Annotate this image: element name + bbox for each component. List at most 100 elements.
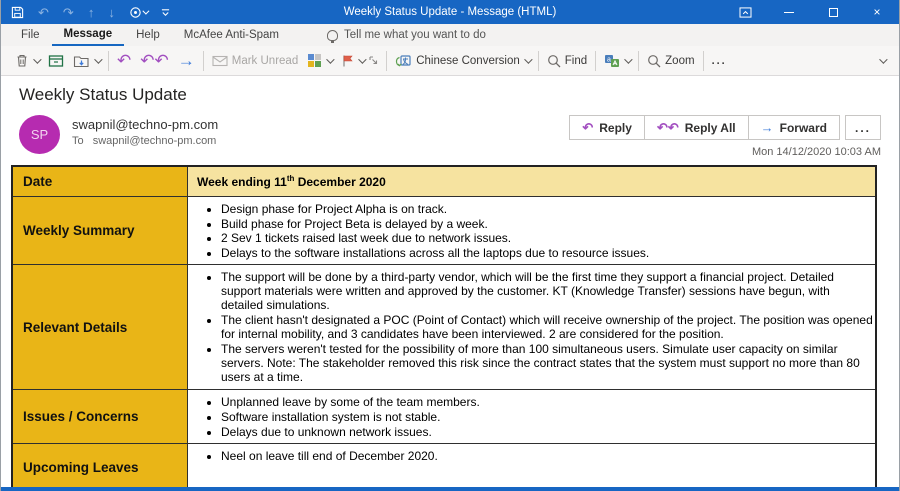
ribbon-tabs: File Message Help McAfee Anti-Spam Tell … bbox=[1, 24, 899, 46]
redo-icon[interactable]: ↷ bbox=[63, 6, 74, 19]
zoom-label: Zoom bbox=[665, 55, 694, 67]
close-button[interactable]: × bbox=[855, 0, 899, 24]
zoom-button[interactable]: Zoom bbox=[647, 54, 694, 68]
trash-icon bbox=[15, 53, 29, 68]
bullet-item: 2 Sev 1 tickets raised last week due to … bbox=[221, 231, 875, 246]
recipient-address[interactable]: swapnil@techno-pm.com bbox=[93, 135, 217, 147]
flag-icon bbox=[341, 54, 354, 68]
chevron-down-icon bbox=[94, 55, 102, 63]
bullet-item: The support will be done by a third-part… bbox=[221, 270, 875, 312]
follow-up-button[interactable] bbox=[341, 54, 364, 68]
row-content: The support will be done by a third-part… bbox=[188, 265, 875, 389]
translate-icon: a bbox=[604, 54, 620, 68]
title-bar: ↶ ↷ ↑ ↓ Weekly Status Update - Message (… bbox=[1, 0, 899, 24]
quick-access-toolbar: ↶ ↷ ↑ ↓ bbox=[1, 6, 170, 19]
row-content: Neel on leave till end of December 2020. bbox=[188, 444, 875, 490]
move-folder-icon bbox=[73, 54, 90, 68]
archive-button[interactable] bbox=[48, 54, 64, 68]
row-header-label: Upcoming Leaves bbox=[23, 460, 139, 475]
chinese-conversion-button[interactable]: Chinese Conversion bbox=[395, 54, 530, 68]
sender-avatar[interactable]: SP bbox=[19, 115, 60, 154]
bullet-item: The servers weren't tested for the possi… bbox=[221, 342, 875, 384]
bullet-item: Delays to the software installations acr… bbox=[221, 246, 875, 261]
reply-toolbar-icon[interactable]: ↶ bbox=[117, 52, 131, 69]
svg-text:a: a bbox=[607, 56, 611, 63]
move-button[interactable] bbox=[73, 54, 100, 68]
bullet-list: Neel on leave till end of December 2020. bbox=[188, 449, 875, 464]
date-value: Week ending 11th December 2020 bbox=[188, 169, 875, 194]
row-header-label: Date bbox=[23, 174, 52, 189]
find-label: Find bbox=[565, 55, 587, 67]
bullet-list: Unplanned leave by some of the team memb… bbox=[188, 395, 875, 439]
tab-help[interactable]: Help bbox=[124, 24, 172, 46]
sender-address[interactable]: swapnil@techno-pm.com bbox=[72, 117, 218, 132]
translate-button[interactable]: a bbox=[604, 54, 630, 68]
message-timestamp: Mon 14/12/2020 10:03 AM bbox=[569, 146, 881, 158]
to-label: To bbox=[72, 135, 84, 147]
minimize-button[interactable] bbox=[767, 0, 811, 24]
row-content: Week ending 11th December 2020 bbox=[188, 167, 875, 196]
archive-icon bbox=[48, 54, 64, 68]
next-item-icon[interactable]: ↓ bbox=[108, 6, 115, 19]
row-header-label: Weekly Summary bbox=[23, 223, 135, 238]
delete-button[interactable] bbox=[15, 53, 39, 68]
chevron-down-icon bbox=[142, 7, 149, 14]
reply-all-arrow-icon: ↶↶ bbox=[657, 121, 679, 134]
window-bottom-border bbox=[1, 487, 899, 491]
reply-all-toolbar-icon[interactable]: ↶↶ bbox=[140, 52, 169, 69]
forward-button[interactable]: → Forward bbox=[749, 115, 840, 140]
search-icon bbox=[547, 54, 561, 68]
tab-mcafee-anti-spam[interactable]: McAfee Anti-Spam bbox=[172, 24, 291, 46]
categorize-icon bbox=[307, 53, 322, 68]
message-subject: Weekly Status Update bbox=[19, 85, 881, 105]
zoom-magnifier-icon bbox=[647, 54, 661, 68]
bullet-list: Design phase for Project Alpha is on tra… bbox=[188, 202, 875, 260]
tab-file[interactable]: File bbox=[9, 24, 52, 46]
bullet-item: The client hasn't designated a POC (Poin… bbox=[221, 313, 875, 341]
chevron-down-icon bbox=[326, 55, 334, 63]
find-button[interactable]: Find bbox=[547, 54, 587, 68]
reply-label: Reply bbox=[599, 121, 632, 135]
lightbulb-icon bbox=[327, 30, 338, 41]
maximize-button[interactable] bbox=[811, 0, 855, 24]
table-row: Relevant Details The support will be don… bbox=[13, 264, 875, 389]
row-content: Unplanned leave by some of the team memb… bbox=[188, 390, 875, 443]
mark-unread-label: Mark Unread bbox=[232, 55, 298, 67]
bullet-item: Delays due to unknown network issues. bbox=[221, 425, 875, 440]
more-commands-button[interactable]: ... bbox=[712, 55, 727, 67]
ribbon-toolbar: ↶ ↶↶ → Mark Unread bbox=[1, 46, 899, 76]
previous-item-icon[interactable]: ↑ bbox=[88, 6, 95, 19]
bullet-item: Design phase for Project Alpha is on tra… bbox=[221, 202, 875, 217]
save-icon[interactable] bbox=[11, 6, 24, 19]
table-row: Weekly Summary Design phase for Project … bbox=[13, 196, 875, 264]
bullet-item: Unplanned leave by some of the team memb… bbox=[221, 395, 875, 410]
customize-qat-icon[interactable] bbox=[161, 8, 170, 17]
reply-button[interactable]: ↶ Reply bbox=[569, 115, 645, 140]
mail-header: Weekly Status Update SP swapnil@techno-p… bbox=[1, 76, 899, 158]
touch-mouse-mode-icon[interactable] bbox=[129, 6, 147, 19]
collapse-ribbon-button[interactable] bbox=[879, 51, 885, 75]
reply-all-label: Reply All bbox=[685, 121, 736, 135]
status-table: Date Week ending 11th December 2020 Week… bbox=[11, 165, 877, 491]
forward-toolbar-icon[interactable]: → bbox=[178, 52, 195, 69]
envelope-icon bbox=[212, 55, 228, 67]
bullet-item: Build phase for Project Beta is delayed … bbox=[221, 217, 875, 232]
categorize-button[interactable] bbox=[307, 53, 332, 68]
chinese-conversion-icon bbox=[395, 54, 412, 68]
tab-message[interactable]: Message bbox=[52, 24, 125, 46]
bullet-list: The support will be done by a third-part… bbox=[188, 270, 875, 385]
undo-icon[interactable]: ↶ bbox=[38, 6, 49, 19]
chevron-down-icon bbox=[524, 55, 532, 63]
row-header-label: Relevant Details bbox=[23, 320, 127, 335]
message-more-actions-button[interactable]: ... bbox=[845, 115, 881, 140]
bullet-item: Software installation system is not stab… bbox=[221, 410, 875, 425]
reply-all-button[interactable]: ↶↶ Reply All bbox=[645, 115, 749, 140]
chevron-down-icon bbox=[624, 55, 632, 63]
reply-arrow-icon: ↶ bbox=[582, 121, 593, 134]
table-row: Date Week ending 11th December 2020 bbox=[13, 167, 875, 196]
forward-arrow-icon: → bbox=[761, 121, 774, 134]
tell-me-box[interactable]: Tell me what you want to do bbox=[327, 29, 486, 41]
ribbon-display-options-icon[interactable] bbox=[723, 0, 767, 24]
mark-unread-button[interactable]: Mark Unread bbox=[212, 55, 298, 67]
tags-dialog-launcher-icon[interactable] bbox=[369, 56, 378, 68]
